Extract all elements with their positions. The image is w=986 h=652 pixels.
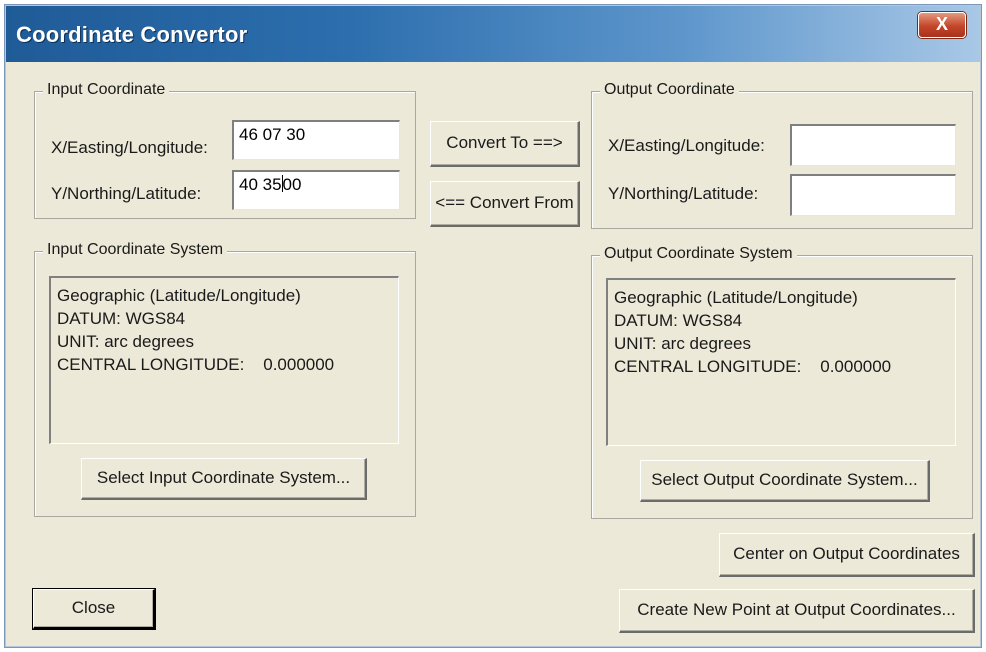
coordinate-convertor-dialog: Coordinate Convertor X Input Coordinate … [4,4,982,648]
output-coordinate-label: Output Coordinate [600,81,739,99]
output-system-line: CENTRAL LONGITUDE: 0.000000 [614,357,892,376]
input-coordinate-system-label: Input Coordinate System [43,241,228,259]
convert-to-button[interactable]: Convert To ==> [430,121,580,167]
input-y-value-part2: 00 [282,175,302,194]
title-bar[interactable]: Coordinate Convertor X [6,6,980,62]
select-input-system-button[interactable]: Select Input Coordinate System... [81,458,367,500]
convert-from-button[interactable]: <== Convert From [430,181,580,227]
create-new-point-button[interactable]: Create New Point at Output Coordinates..… [619,589,975,633]
input-system-line: CENTRAL LONGITUDE: 0.000000 [57,355,335,374]
input-coordinate-label: Input Coordinate [43,81,170,99]
select-input-system-label: Select Input Coordinate System... [96,468,351,487]
output-system-line: UNIT: arc degrees [614,334,751,353]
output-x-label: X/Easting/Longitude: [608,136,765,155]
center-on-output-label: Center on Output Coordinates [733,544,960,563]
output-y-label: Y/Northing/Latitude: [608,184,759,203]
create-new-point-label: Create New Point at Output Coordinates..… [637,600,956,619]
input-system-line: UNIT: arc degrees [57,332,194,351]
convert-to-label: Convert To ==> [446,133,563,152]
input-system-line: DATUM: WGS84 [57,309,186,328]
select-output-system-button[interactable]: Select Output Coordinate System... [640,460,930,502]
input-coordinate-system-group: Input Coordinate System Geographic (Lati… [34,241,416,517]
output-y-field[interactable] [790,174,956,216]
output-system-description[interactable]: Geographic (Latitude/Longitude) DATUM: W… [606,278,956,446]
output-x-field[interactable] [790,124,956,166]
close-window-button[interactable]: X [918,12,966,38]
input-system-line: Geographic (Latitude/Longitude) [57,286,301,305]
window-title: Coordinate Convertor [16,22,248,47]
input-system-description[interactable]: Geographic (Latitude/Longitude) DATUM: W… [49,276,399,444]
center-on-output-button[interactable]: Center on Output Coordinates [719,533,975,577]
output-system-line: Geographic (Latitude/Longitude) [614,288,858,307]
input-x-value: 46 07 30 [239,125,306,144]
select-output-system-label: Select Output Coordinate System... [651,470,918,489]
convert-from-label: <== Convert From [435,193,574,212]
input-x-label: X/Easting/Longitude: [51,138,208,157]
close-icon: X [935,14,948,34]
input-y-field[interactable]: 40 3500 [232,170,400,210]
output-coordinate-group: Output Coordinate X/Easting/Longitude: Y… [591,81,973,229]
input-x-field[interactable]: 46 07 30 [232,120,400,160]
output-coordinate-system-group: Output Coordinate System Geographic (Lat… [591,245,973,519]
input-y-value-part1: 40 35 [239,175,282,194]
output-coordinate-system-label: Output Coordinate System [600,245,797,263]
input-coordinate-group: Input Coordinate X/Easting/Longitude: 46… [34,81,416,219]
close-button[interactable]: Close [32,588,156,630]
input-y-label: Y/Northing/Latitude: [51,184,202,203]
output-system-line: DATUM: WGS84 [614,311,743,330]
close-label: Close [71,598,116,617]
